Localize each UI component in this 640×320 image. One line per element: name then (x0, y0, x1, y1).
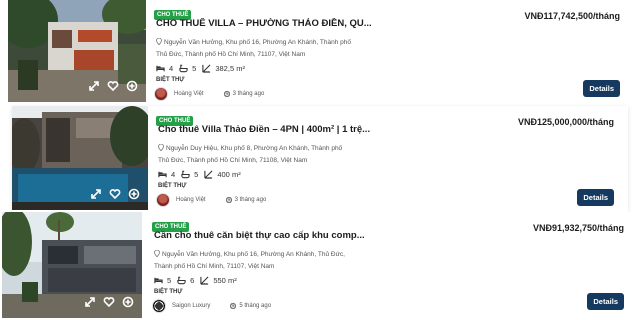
listing-specs: 4 5 382,5 m² (156, 64, 245, 73)
property-type: BIỆT THỰ (158, 183, 187, 189)
listing-photo[interactable] (12, 106, 148, 210)
property-type: BIỆT THỰ (156, 77, 185, 83)
bath-icon (181, 170, 190, 179)
bed-icon (156, 65, 165, 72)
compare-plus-icon[interactable] (122, 296, 134, 308)
heart-icon[interactable] (109, 188, 121, 200)
area-icon (202, 64, 211, 73)
agent-info[interactable]: Saigon Luxury 5 tháng ago (152, 299, 271, 313)
details-button[interactable]: Details (577, 189, 614, 206)
area-value: 400 m² (217, 170, 241, 179)
details-button[interactable]: Details (583, 80, 620, 97)
bathroom-count: 5 (194, 170, 199, 179)
listing-specs: 5 6 550 m² (154, 276, 237, 285)
posted-time: 3 tháng ago (223, 91, 264, 97)
map-pin-icon (156, 38, 162, 45)
expand-icon[interactable] (90, 188, 102, 200)
agent-name[interactable]: Hoàng Việt (176, 197, 206, 203)
listing-address: Nguyễn Duy Hiệu, Khu phố 8, Phường An Kh… (158, 144, 343, 164)
bed-icon (154, 277, 163, 284)
agent-info[interactable]: Hoàng Việt 3 tháng ago (154, 87, 264, 101)
bathroom-count: 6 (190, 276, 195, 285)
posted-time: 3 tháng ago (225, 197, 266, 203)
listing-title[interactable]: Cho thuê Villa Thảo Điền – 4PN | 400m² |… (158, 124, 438, 135)
expand-icon[interactable] (88, 80, 100, 92)
map-pin-icon (154, 250, 160, 257)
area-value: 382,5 m² (215, 64, 245, 73)
bed-icon (158, 171, 167, 178)
area-icon (200, 276, 209, 285)
listing-photo[interactable] (2, 212, 142, 318)
map-pin-icon (158, 144, 164, 151)
listing-title[interactable]: CHO THUÊ VILLA – PHƯỜNG THẢO ĐIỀN, QU... (156, 18, 436, 29)
listing-card[interactable]: CHO THUÊ Cho thuê Villa Thảo Điền – 4PN … (12, 106, 628, 212)
details-button[interactable]: Details (587, 293, 624, 310)
listing-address: Nguyễn Văn Hưởng, Khu phố 16, Phường An … (154, 250, 345, 270)
property-type: BIỆT THỰ (154, 289, 183, 295)
posted-time: 5 tháng ago (230, 303, 271, 309)
bath-icon (177, 276, 186, 285)
agent-name[interactable]: Saigon Luxury (172, 303, 210, 309)
listing-title[interactable]: Cần cho thuê căn biệt thự cao cấp khu co… (154, 230, 434, 241)
agent-info[interactable]: Hoàng Việt 3 tháng ago (156, 193, 266, 207)
bedroom-count: 5 (167, 276, 172, 285)
expand-icon[interactable] (84, 296, 96, 308)
listing-photo[interactable] (8, 0, 146, 102)
agent-name[interactable]: Hoàng Việt (174, 91, 204, 97)
compare-plus-icon[interactable] (128, 188, 140, 200)
compare-plus-icon[interactable] (126, 80, 138, 92)
area-value: 550 m² (213, 276, 237, 285)
listing-address: Nguyễn Văn Hưởng, Khu phố 16, Phường An … (156, 38, 351, 58)
listing-price: VNĐ117,742,500/tháng (524, 11, 620, 21)
listing-price: VNĐ91,932,750/tháng (532, 223, 624, 233)
listing-price: VNĐ125,000,000/tháng (517, 117, 614, 127)
avatar[interactable] (154, 87, 168, 101)
clock-icon (223, 91, 230, 97)
bedroom-count: 4 (171, 170, 176, 179)
listing-card[interactable]: CHO THUÊ Cần cho thuê căn biệt thự cao c… (2, 212, 638, 320)
clock-icon (225, 197, 232, 203)
heart-icon[interactable] (103, 296, 115, 308)
avatar[interactable] (152, 299, 166, 313)
listing-card[interactable]: CHO THUÊ CHO THUÊ VILLA – PHƯỜNG THẢO ĐI… (8, 0, 634, 104)
bath-icon (179, 64, 188, 73)
bathroom-count: 5 (192, 64, 197, 73)
listing-specs: 4 5 400 m² (158, 170, 241, 179)
heart-icon[interactable] (107, 80, 119, 92)
avatar[interactable] (156, 193, 170, 207)
bedroom-count: 4 (169, 64, 174, 73)
clock-icon (230, 303, 237, 309)
area-icon (204, 170, 213, 179)
